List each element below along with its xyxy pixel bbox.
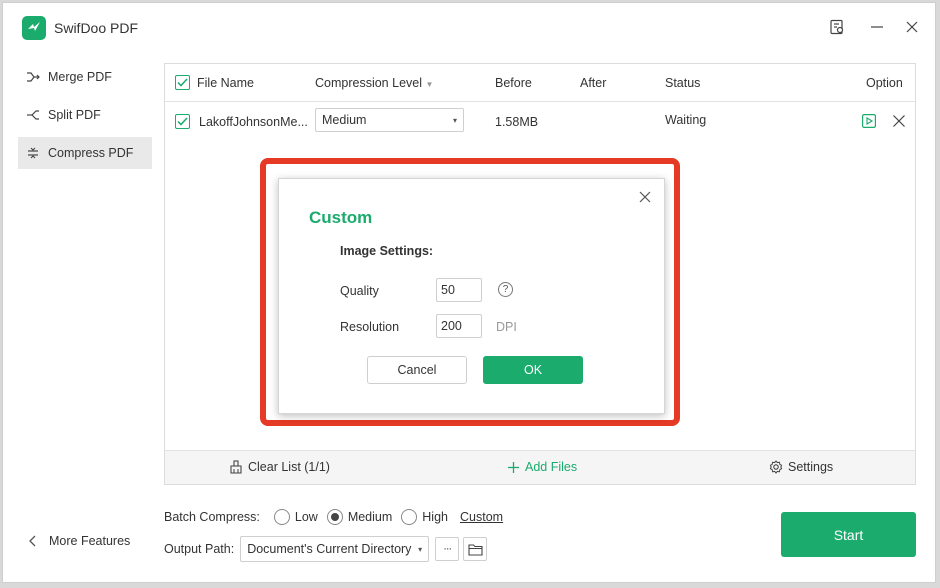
- radio-medium-label: Medium: [347, 510, 393, 524]
- compress-icon: [26, 146, 40, 160]
- add-files-label: Add Files: [525, 460, 578, 474]
- sidebar-item-label: Compress PDF: [48, 146, 134, 160]
- cancel-button[interactable]: Cancel: [367, 356, 467, 384]
- folder-icon: [468, 543, 483, 556]
- radio-medium-circle: [326, 509, 343, 525]
- radio-low-circle: [273, 509, 290, 525]
- chevron-down-icon: ▾: [452, 115, 457, 125]
- select-all-checkbox[interactable]: [175, 75, 190, 90]
- chevron-left-icon: [29, 535, 37, 547]
- output-path-select[interactable]: Document's Current Directory ▾: [240, 536, 430, 562]
- header-after: After: [580, 76, 607, 90]
- gear-icon: [769, 460, 783, 474]
- sidebar-item-split-pdf[interactable]: Split PDF: [18, 99, 152, 131]
- table-row: LakoffJohnsonMe... Medium ▾ 1.58MB Waiti…: [165, 103, 915, 141]
- list-header: File Name Compression Level ▼ Before Aft…: [165, 64, 915, 102]
- title-bar: SwifDoo PDF: [3, 3, 935, 55]
- settings-label: Settings: [788, 460, 834, 474]
- more-options-button[interactable]: ···: [435, 537, 460, 561]
- add-files-button[interactable]: Add Files: [507, 460, 577, 474]
- batch-compress-label: Batch Compress:: [164, 510, 260, 524]
- quality-input[interactable]: 50: [436, 278, 482, 302]
- clear-list-label: Clear List (1/1): [248, 460, 330, 474]
- dialog-title: Custom: [309, 208, 373, 227]
- app-title: SwifDoo PDF: [54, 20, 139, 36]
- row-status: Waiting: [665, 113, 707, 127]
- panel-footer: Clear List (1/1) Add Files Settings: [165, 450, 915, 484]
- batch-compress-row: Batch Compress: Low Medium High Custom: [164, 509, 503, 525]
- play-preview-icon[interactable]: [862, 114, 876, 128]
- resolution-label: Resolution: [340, 320, 400, 334]
- row-file-name: LakoffJohnsonMe...: [199, 115, 308, 129]
- radio-high[interactable]: High: [401, 509, 448, 525]
- header-compression-level-label: Compression Level: [315, 76, 422, 90]
- radio-high-circle: [401, 509, 418, 525]
- radio-medium[interactable]: Medium: [326, 509, 393, 525]
- broom-icon: [229, 460, 243, 474]
- sort-down-icon: ▼: [425, 80, 434, 89]
- more-features-label: More Features: [49, 534, 131, 548]
- sidebar-item-compress-pdf[interactable]: Compress PDF: [18, 137, 152, 169]
- merge-icon: [26, 70, 40, 84]
- clear-list-button[interactable]: Clear List (1/1): [229, 460, 330, 474]
- radio-low-label: Low: [294, 510, 318, 524]
- custom-link[interactable]: Custom: [460, 510, 503, 524]
- sidebar-item-label: Split PDF: [48, 108, 101, 122]
- radio-high-label: High: [422, 510, 448, 524]
- output-path-row: Output Path: Document's Current Director…: [164, 536, 488, 562]
- row-compression-value: Medium: [322, 113, 367, 127]
- more-features-button[interactable]: More Features: [29, 534, 130, 548]
- row-checkbox[interactable]: [175, 114, 190, 129]
- minimize-icon[interactable]: [867, 17, 887, 37]
- sidebar-item-merge-pdf[interactable]: Merge PDF: [18, 61, 152, 93]
- close-window-icon[interactable]: [902, 17, 922, 37]
- split-icon: [26, 108, 40, 122]
- plus-icon: [507, 461, 520, 474]
- custom-dialog: Custom Image Settings: Quality 50 ? Reso…: [278, 178, 665, 414]
- quality-label: Quality: [340, 284, 379, 298]
- header-status: Status: [665, 76, 701, 90]
- sidebar-item-label: Merge PDF: [48, 70, 112, 84]
- radio-low[interactable]: Low: [273, 509, 318, 525]
- header-compression-level[interactable]: Compression Level ▼: [315, 76, 433, 90]
- header-before: Before: [495, 76, 532, 90]
- start-button[interactable]: Start: [781, 512, 916, 557]
- settings-button[interactable]: Settings: [769, 460, 833, 474]
- dpi-unit: DPI: [496, 320, 517, 334]
- output-path-value: Document's Current Directory: [247, 542, 412, 556]
- remove-row-icon[interactable]: [892, 114, 906, 128]
- close-dialog-icon[interactable]: [639, 191, 653, 205]
- image-settings-heading: Image Settings:: [340, 244, 434, 258]
- resolution-input[interactable]: 200: [436, 314, 482, 338]
- row-compression-select[interactable]: Medium ▾: [315, 108, 464, 132]
- feedback-icon[interactable]: [827, 17, 847, 37]
- header-option: Option: [866, 76, 903, 90]
- header-file-name: File Name: [197, 76, 254, 90]
- ok-button[interactable]: OK: [483, 356, 583, 384]
- chevron-down-icon: ▾: [418, 544, 423, 554]
- open-folder-button[interactable]: [463, 537, 488, 561]
- app-logo-icon: [22, 16, 46, 40]
- help-icon[interactable]: ?: [498, 282, 513, 297]
- row-before: 1.58MB: [495, 115, 539, 129]
- app-window: SwifDoo PDF Merge PDF Split PDF Compress…: [2, 2, 936, 583]
- ellipsis-icon: ···: [443, 543, 452, 555]
- output-path-label: Output Path:: [164, 542, 235, 556]
